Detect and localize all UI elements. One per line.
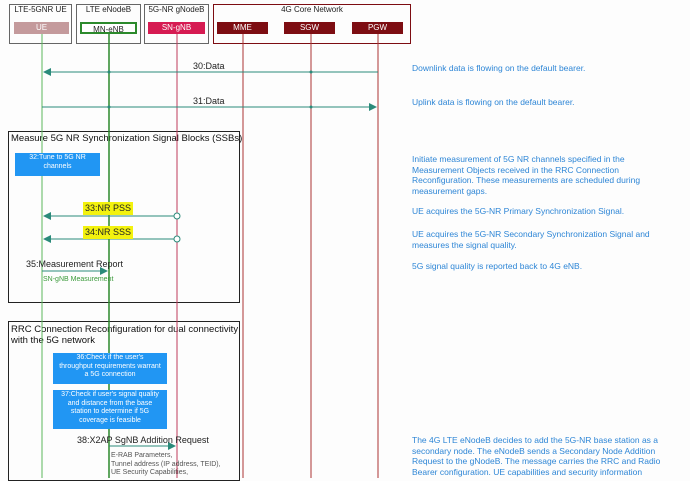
action-32-line-2: channels — [43, 162, 72, 170]
message-38-param-1: E-RAB Parameters, — [111, 452, 173, 459]
action-37-line-2: and distance from the base — [67, 399, 153, 407]
note-32-line-2: Measurement Objects received in the RRC … — [412, 164, 619, 175]
note-30: Downlink data is flowing on the default … — [412, 63, 586, 73]
action-37-box: 37:Check if user's signal quality and di… — [53, 390, 167, 429]
action-32-box: 32:Tune to 5G NR channels — [15, 153, 100, 176]
message-35-sub: SN-gNB Measurement — [43, 276, 114, 283]
message-38-params: E-RAB Parameters, Tunnel address (IP add… — [111, 452, 221, 478]
action-36-line-2: throughput requirements warrant — [59, 362, 161, 370]
message-38-param-3: UE Security Capabilities, — [111, 469, 189, 476]
action-37-line-3: station to determine if 5G — [70, 408, 150, 415]
message-31-label: 31:Data — [193, 96, 225, 106]
note-32-line-1: Initiate measurement of 5G NR channels s… — [412, 154, 625, 164]
action-36-line-3: a 5G connection — [84, 371, 136, 378]
note-38-line-4: Bearer configuration. UE capabilities an… — [412, 466, 643, 477]
message-38-label: 38:X2AP SgNB Addition Request — [77, 435, 209, 445]
note-34: UE acquires the 5G-NR Secondary Synchron… — [412, 229, 650, 250]
note-34-line-2: measures the signal quality. — [412, 239, 517, 250]
note-38-line-3: Request to the gNodeB. The message carri… — [412, 456, 661, 466]
note-31: Uplink data is flowing on the default be… — [412, 97, 575, 107]
action-36-box: 36:Check if the user's throughput requir… — [53, 353, 167, 384]
action-37-line-4: coverage is feasible — [79, 416, 141, 424]
note-38: The 4G LTE eNodeB decides to add the 5G-… — [412, 435, 660, 477]
note-32-line-4: measurement gaps. — [412, 185, 488, 196]
note-32-line-3: Reconfiguration. These measurements are … — [412, 175, 641, 185]
action-36-line-1: 36:Check if the user's — [76, 354, 144, 361]
note-38-line-2: secondary node. The eNodeB sends a Secon… — [412, 445, 656, 456]
message-33-label: 33:NR PSS — [83, 202, 134, 215]
note-33: UE acquires the 5G-NR Primary Synchroniz… — [412, 206, 625, 216]
message-30-label: 30:Data — [193, 61, 225, 71]
note-38-line-1: The 4G LTE eNodeB decides to add the 5G-… — [412, 435, 659, 445]
message-35-label: 35:Measurement Report — [26, 259, 124, 269]
action-37-line-1: 37:Check if user's signal quality — [61, 391, 159, 398]
action-32-line-1: 32:Tune to 5G NR — [29, 154, 86, 161]
note-32: Initiate measurement of 5G NR channels s… — [412, 154, 640, 196]
note-34-line-1: UE acquires the 5G-NR Secondary Synchron… — [412, 229, 650, 239]
message-38-param-2: Tunnel address (IP address, TEID), — [111, 460, 221, 468]
note-35: 5G signal quality is reported back to 4G… — [412, 261, 583, 271]
message-34-label: 34:NR SSS — [83, 226, 134, 239]
